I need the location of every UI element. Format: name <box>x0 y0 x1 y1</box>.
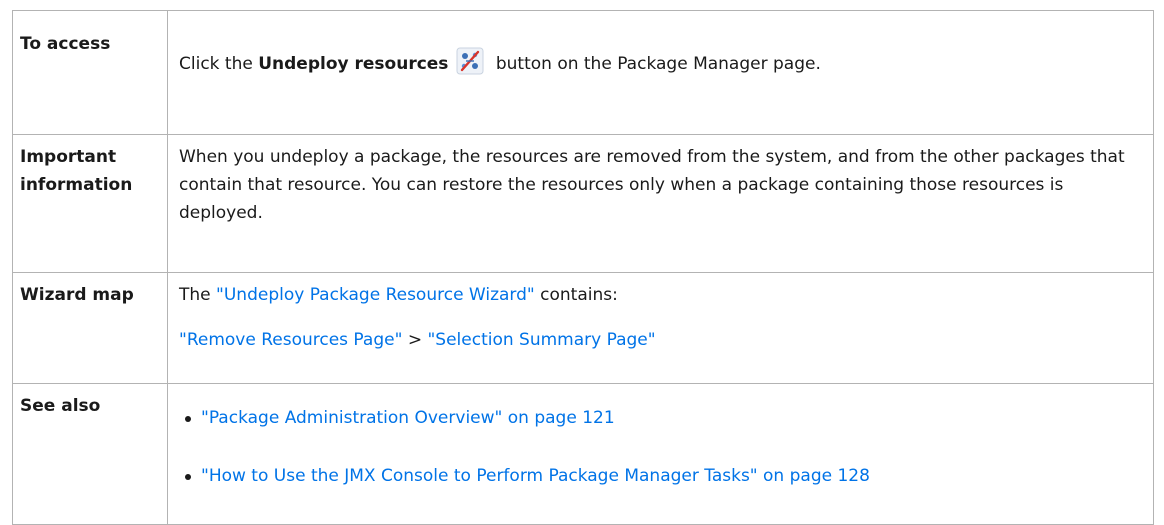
wizard-intro: The "Undeploy Package Resource Wizard" c… <box>179 281 1143 309</box>
wizard-step-separator: > <box>402 330 428 350</box>
bullet-icon <box>185 474 191 480</box>
wizard-intro-prefix: The <box>179 285 217 305</box>
undeploy-package-resource-wizard-link[interactable]: "Undeploy Package Resource Wizard" <box>216 285 535 305</box>
row-label-important-information: Important information <box>12 134 168 273</box>
row-content-important-information: When you undeploy a package, the resourc… <box>167 134 1154 273</box>
row-label-to-access: To access <box>12 10 168 135</box>
access-text-suffix: button on the Package Manager page. <box>490 54 821 74</box>
row-important-information: Important information When you undeploy … <box>12 134 1154 273</box>
bullet-icon <box>185 416 191 422</box>
remove-resources-page-link[interactable]: "Remove Resources Page" <box>179 330 402 350</box>
row-label-see-also: See also <box>12 383 168 525</box>
row-label-wizard-map: Wizard map <box>12 272 168 384</box>
see-also-list: "Package Administration Overview" on pag… <box>179 404 1143 490</box>
row-see-also: See also "Package Administration Overvie… <box>12 383 1154 525</box>
row-content-see-also: "Package Administration Overview" on pag… <box>167 383 1154 525</box>
selection-summary-page-link[interactable]: "Selection Summary Page" <box>427 330 655 350</box>
access-text-prefix: Click the <box>179 54 259 74</box>
row-content-wizard-map: The "Undeploy Package Resource Wizard" c… <box>167 272 1154 384</box>
undeploy-resources-icon <box>456 47 484 75</box>
info-table: To access Click the Undeploy resources b… <box>12 10 1154 525</box>
list-item: "Package Administration Overview" on pag… <box>179 404 1143 432</box>
undeploy-resources-button-name: Undeploy resources <box>258 54 449 74</box>
list-item: "How to Use the JMX Console to Perform P… <box>179 462 1143 490</box>
wizard-steps: "Remove Resources Page" > "Selection Sum… <box>179 326 1143 354</box>
package-administration-overview-link[interactable]: "Package Administration Overview" on pag… <box>201 408 615 428</box>
row-content-to-access: Click the Undeploy resources button on t… <box>167 10 1154 135</box>
row-to-access: To access Click the Undeploy resources b… <box>12 10 1154 135</box>
wizard-intro-suffix: contains: <box>534 285 618 305</box>
jmx-console-package-manager-tasks-link[interactable]: "How to Use the JMX Console to Perform P… <box>201 466 870 486</box>
row-wizard-map: Wizard map The "Undeploy Package Resourc… <box>12 272 1154 384</box>
